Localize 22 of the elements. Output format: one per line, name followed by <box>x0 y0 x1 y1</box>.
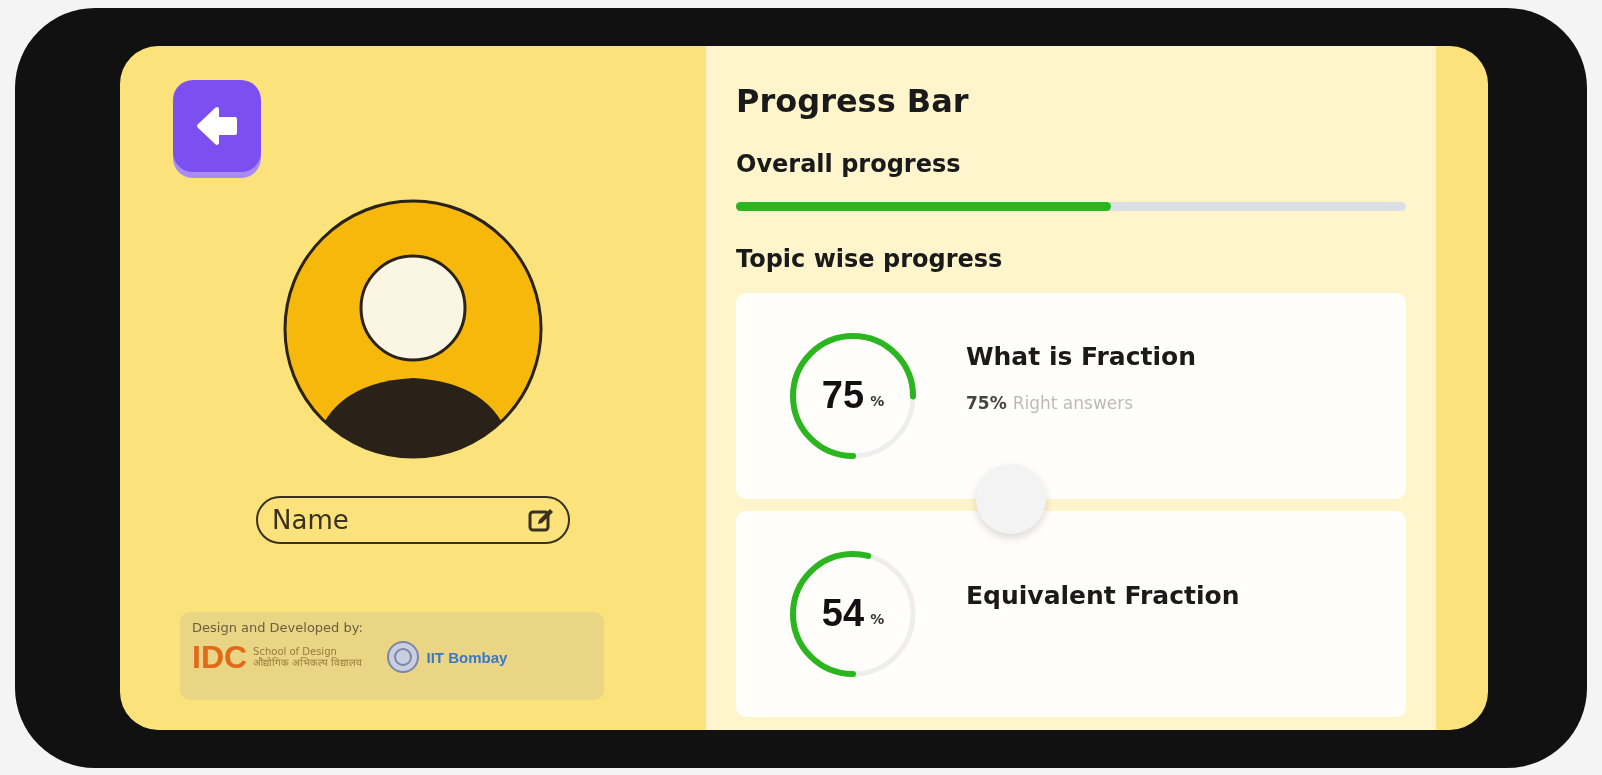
percent-unit: % <box>870 610 885 627</box>
edit-icon[interactable] <box>528 506 554 533</box>
topic-card[interactable]: 75% What is Fraction 75% Right answers <box>736 292 1406 499</box>
logo-mark: IDC <box>192 638 248 676</box>
percent-value: 54 <box>821 592 865 635</box>
name-field[interactable]: Name <box>256 495 570 544</box>
percent-value: 75 <box>821 374 865 417</box>
score-label: Right answers <box>1012 393 1134 413</box>
section-label: Topic wise progress <box>736 244 1004 273</box>
logo-text: IIT Bombay <box>426 648 508 666</box>
section-label: Overall progress <box>736 149 962 178</box>
logo-subtitle: औद्योगिक अभिकल्प विद्यालय <box>253 657 363 669</box>
credits-label: Design and Developed by: <box>192 619 364 635</box>
panel-title: Progress Bar <box>736 81 970 120</box>
topic-title: What is Fraction <box>966 342 1197 371</box>
score-value: 75% <box>966 393 1007 413</box>
percent-unit: % <box>870 392 885 409</box>
arrow-left-icon <box>195 105 239 146</box>
topic-title: Equivalent Fraction <box>966 581 1240 610</box>
emblem-icon <box>386 640 421 674</box>
topic-card[interactable]: 54% Equivalent Fraction <box>736 510 1406 717</box>
logo-subtitle: School of Design <box>253 645 338 657</box>
